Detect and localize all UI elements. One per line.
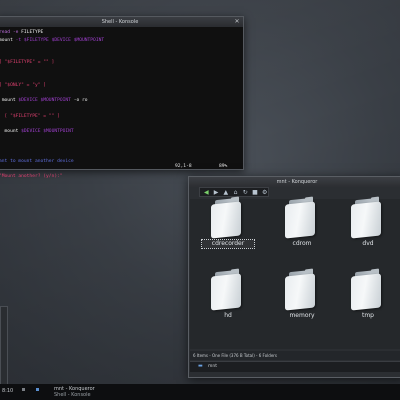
gear-icon[interactable]: ⚙ [261,189,268,196]
folder-label: hd [224,312,232,319]
folder-item[interactable]: hd [202,268,254,329]
terminal-token: read -e [0,30,22,35]
folder-label: cdrecorder [201,239,255,249]
terminal-line: read -e FILETYPE [0,29,243,37]
folder-label: cdrom [292,240,312,247]
folder-icon [211,196,245,239]
konsole-title: Shell - Konsole [101,19,139,25]
location-text: mnt [208,364,217,369]
icon-view[interactable]: cdrecorder cdrom dvd hd memory tmp [190,196,400,349]
terminal-line: [ "$ONLY" = "y" ] [0,82,243,90]
folder-item[interactable]: cdrom [276,196,328,257]
terminal-token: mount [0,98,19,104]
taskbar-separator-icon [22,388,25,391]
stop-icon[interactable]: ■ [252,189,259,196]
konsole-window[interactable]: Shell - Konsole ✕ read -e FILETYPE mount … [0,16,244,179]
forward-icon[interactable]: ▶ [213,189,220,196]
terminal-token: [ "$FILETYPE" = "" ] [0,60,55,66]
status-bar: 6 Items - One File (376 B Total) - 6 Fol… [190,351,400,360]
konsole-titlebar[interactable]: Shell - Konsole ✕ [0,17,243,27]
terminal-view[interactable]: read -e FILETYPE mount -t $FILETYPE $DEVI… [0,27,243,179]
folder-item[interactable]: memory [276,268,328,329]
folder-icon [285,196,319,239]
folder-icon [211,268,245,311]
folder-item[interactable]: dvd [342,196,394,257]
folder-label: tmp [361,312,374,319]
taskbar: 8:10 mnt - Konqueror Shell - Konsole [0,384,400,400]
terminal-token: $DEVICE $MOUNTPOINT [18,98,71,104]
terminal-token: -o ro [70,98,88,104]
konqueror-window[interactable]: mnt - Konqueror ◀ ▶ ▲ ⌂ ↻ ■ ⚙ cdrecorder cdrom d… [188,176,400,378]
konqueror-toolbar: ◀ ▶ ▲ ⌂ ↻ ■ ⚙ [199,187,269,197]
clock: 8:10 [2,388,14,394]
folder-icon [351,268,385,311]
terminal-token: FILETYPE [21,30,44,35]
back-icon[interactable]: ◀ [203,189,210,196]
konqueror-title: mnt - Konqueror [276,179,318,185]
close-icon[interactable]: ✕ [234,19,240,25]
terminal-token: [ "$FILETYPE" = "" ] [0,113,60,119]
folder-item[interactable]: tmp [342,268,394,329]
folder-label: memory [289,312,315,319]
scroll-percent: 89% [219,164,228,169]
cursor-position: 92,1-8 [175,164,192,169]
terminal-token: "Mount another? (y/n):" [0,174,63,180]
terminal-line: mount $DEVICE $MOUNTPOINT [0,128,243,136]
terminal-token: -t $FILETYPE $DEVICE $MOUNTPOINT [15,37,105,43]
folder-icon [285,268,319,311]
reload-icon[interactable]: ↻ [242,189,249,196]
side-panel [0,306,8,386]
terminal-line: [ "$FILETYPE" = "" ] [0,59,243,67]
up-icon[interactable]: ▲ [222,189,229,196]
terminal-token: $DEVICE $MOUNTPOINT [21,128,74,134]
konqueror-titlebar[interactable]: mnt - Konqueror [189,177,400,187]
terminal-token: [ "$ONLY" = "y" ] [0,83,47,89]
folder-icon: ▬ [198,363,203,369]
terminal-statusline: 92,1-8 89% [0,163,243,171]
terminal-token: mount [0,128,22,134]
terminal-line: mount $DEVICE $MOUNTPOINT -o ro [0,97,243,105]
home-icon[interactable]: ⌂ [232,189,239,196]
terminal-line: [ "$FILETYPE" = "" ] [0,113,243,121]
konqueror-task-icon[interactable] [36,388,39,391]
folder-icon [351,196,385,239]
location-bar[interactable]: ▬ mnt [190,361,400,372]
terminal-line: mount -t $FILETYPE $DEVICE $MOUNTPOINT [0,37,243,45]
task-konsole[interactable]: Shell - Konsole [54,392,91,399]
folder-label: dvd [362,240,374,247]
folder-item[interactable]: cdrecorder [201,196,255,257]
terminal-token: mount [0,37,16,43]
